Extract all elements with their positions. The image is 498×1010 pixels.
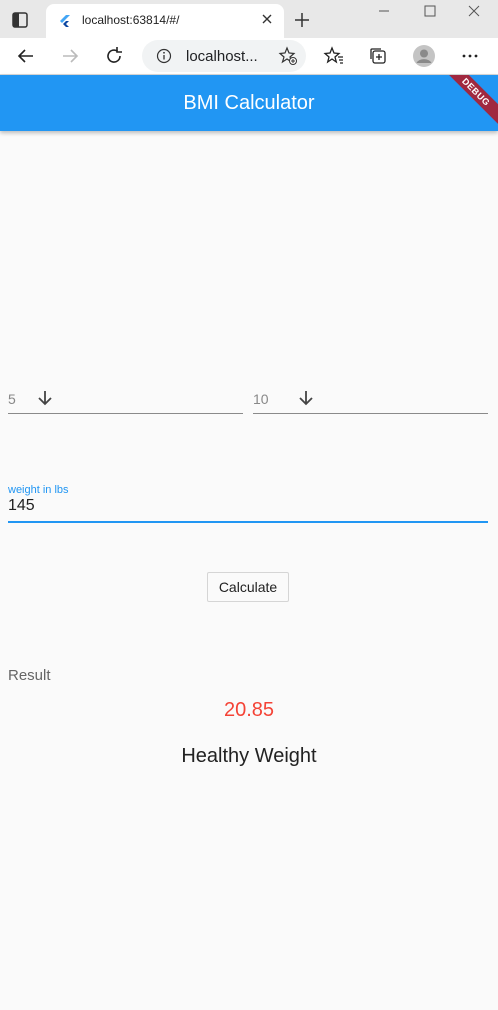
back-arrow-icon[interactable] xyxy=(14,44,38,68)
favorites-icon[interactable] xyxy=(322,44,346,68)
arrow-down-icon[interactable] xyxy=(35,388,55,408)
address-bar[interactable]: localhost... xyxy=(142,40,306,72)
new-tab-icon[interactable] xyxy=(292,10,312,30)
height-feet-dropdown[interactable]: 5 xyxy=(8,386,243,414)
maximize-icon[interactable] xyxy=(420,2,440,20)
minimize-icon[interactable] xyxy=(374,4,394,18)
weight-value[interactable]: 145 xyxy=(8,497,35,515)
bmi-category: Healthy Weight xyxy=(181,745,317,767)
forward-arrow-icon[interactable] xyxy=(58,44,82,68)
feet-value: 5 xyxy=(8,391,16,407)
height-inches-dropdown[interactable]: 10 xyxy=(253,386,488,414)
tab-actions-icon[interactable] xyxy=(10,10,30,30)
arrow-down-icon[interactable] xyxy=(296,388,316,408)
calculate-button[interactable]: Calculate xyxy=(207,572,289,602)
result-label: Result xyxy=(8,667,51,684)
window-close-icon[interactable] xyxy=(464,2,484,20)
info-icon[interactable] xyxy=(156,48,172,64)
browser-toolbar: localhost... xyxy=(0,38,498,75)
tab-title: localhost:63814/#/ xyxy=(82,13,180,27)
address-text: localhost... xyxy=(186,48,258,65)
profile-avatar-icon[interactable] xyxy=(412,44,436,68)
flutter-favicon-icon xyxy=(58,14,72,28)
bmi-value: 20.85 xyxy=(223,699,275,721)
weight-label: weight in lbs xyxy=(8,484,69,496)
browser-tab-bar: localhost:63814/#/ xyxy=(0,0,498,38)
inches-value: 10 xyxy=(253,391,269,407)
more-menu-icon[interactable] xyxy=(458,44,482,68)
refresh-icon[interactable] xyxy=(102,44,126,68)
tab-close-icon[interactable] xyxy=(260,12,274,26)
browser-tab[interactable]: localhost:63814/#/ xyxy=(46,4,284,38)
collections-icon[interactable] xyxy=(366,44,390,68)
weight-underline xyxy=(8,521,488,523)
add-favorite-icon[interactable] xyxy=(278,46,298,66)
app-bar: BMI Calculator DEBUG xyxy=(0,75,498,131)
app-title: BMI Calculator xyxy=(183,92,315,114)
